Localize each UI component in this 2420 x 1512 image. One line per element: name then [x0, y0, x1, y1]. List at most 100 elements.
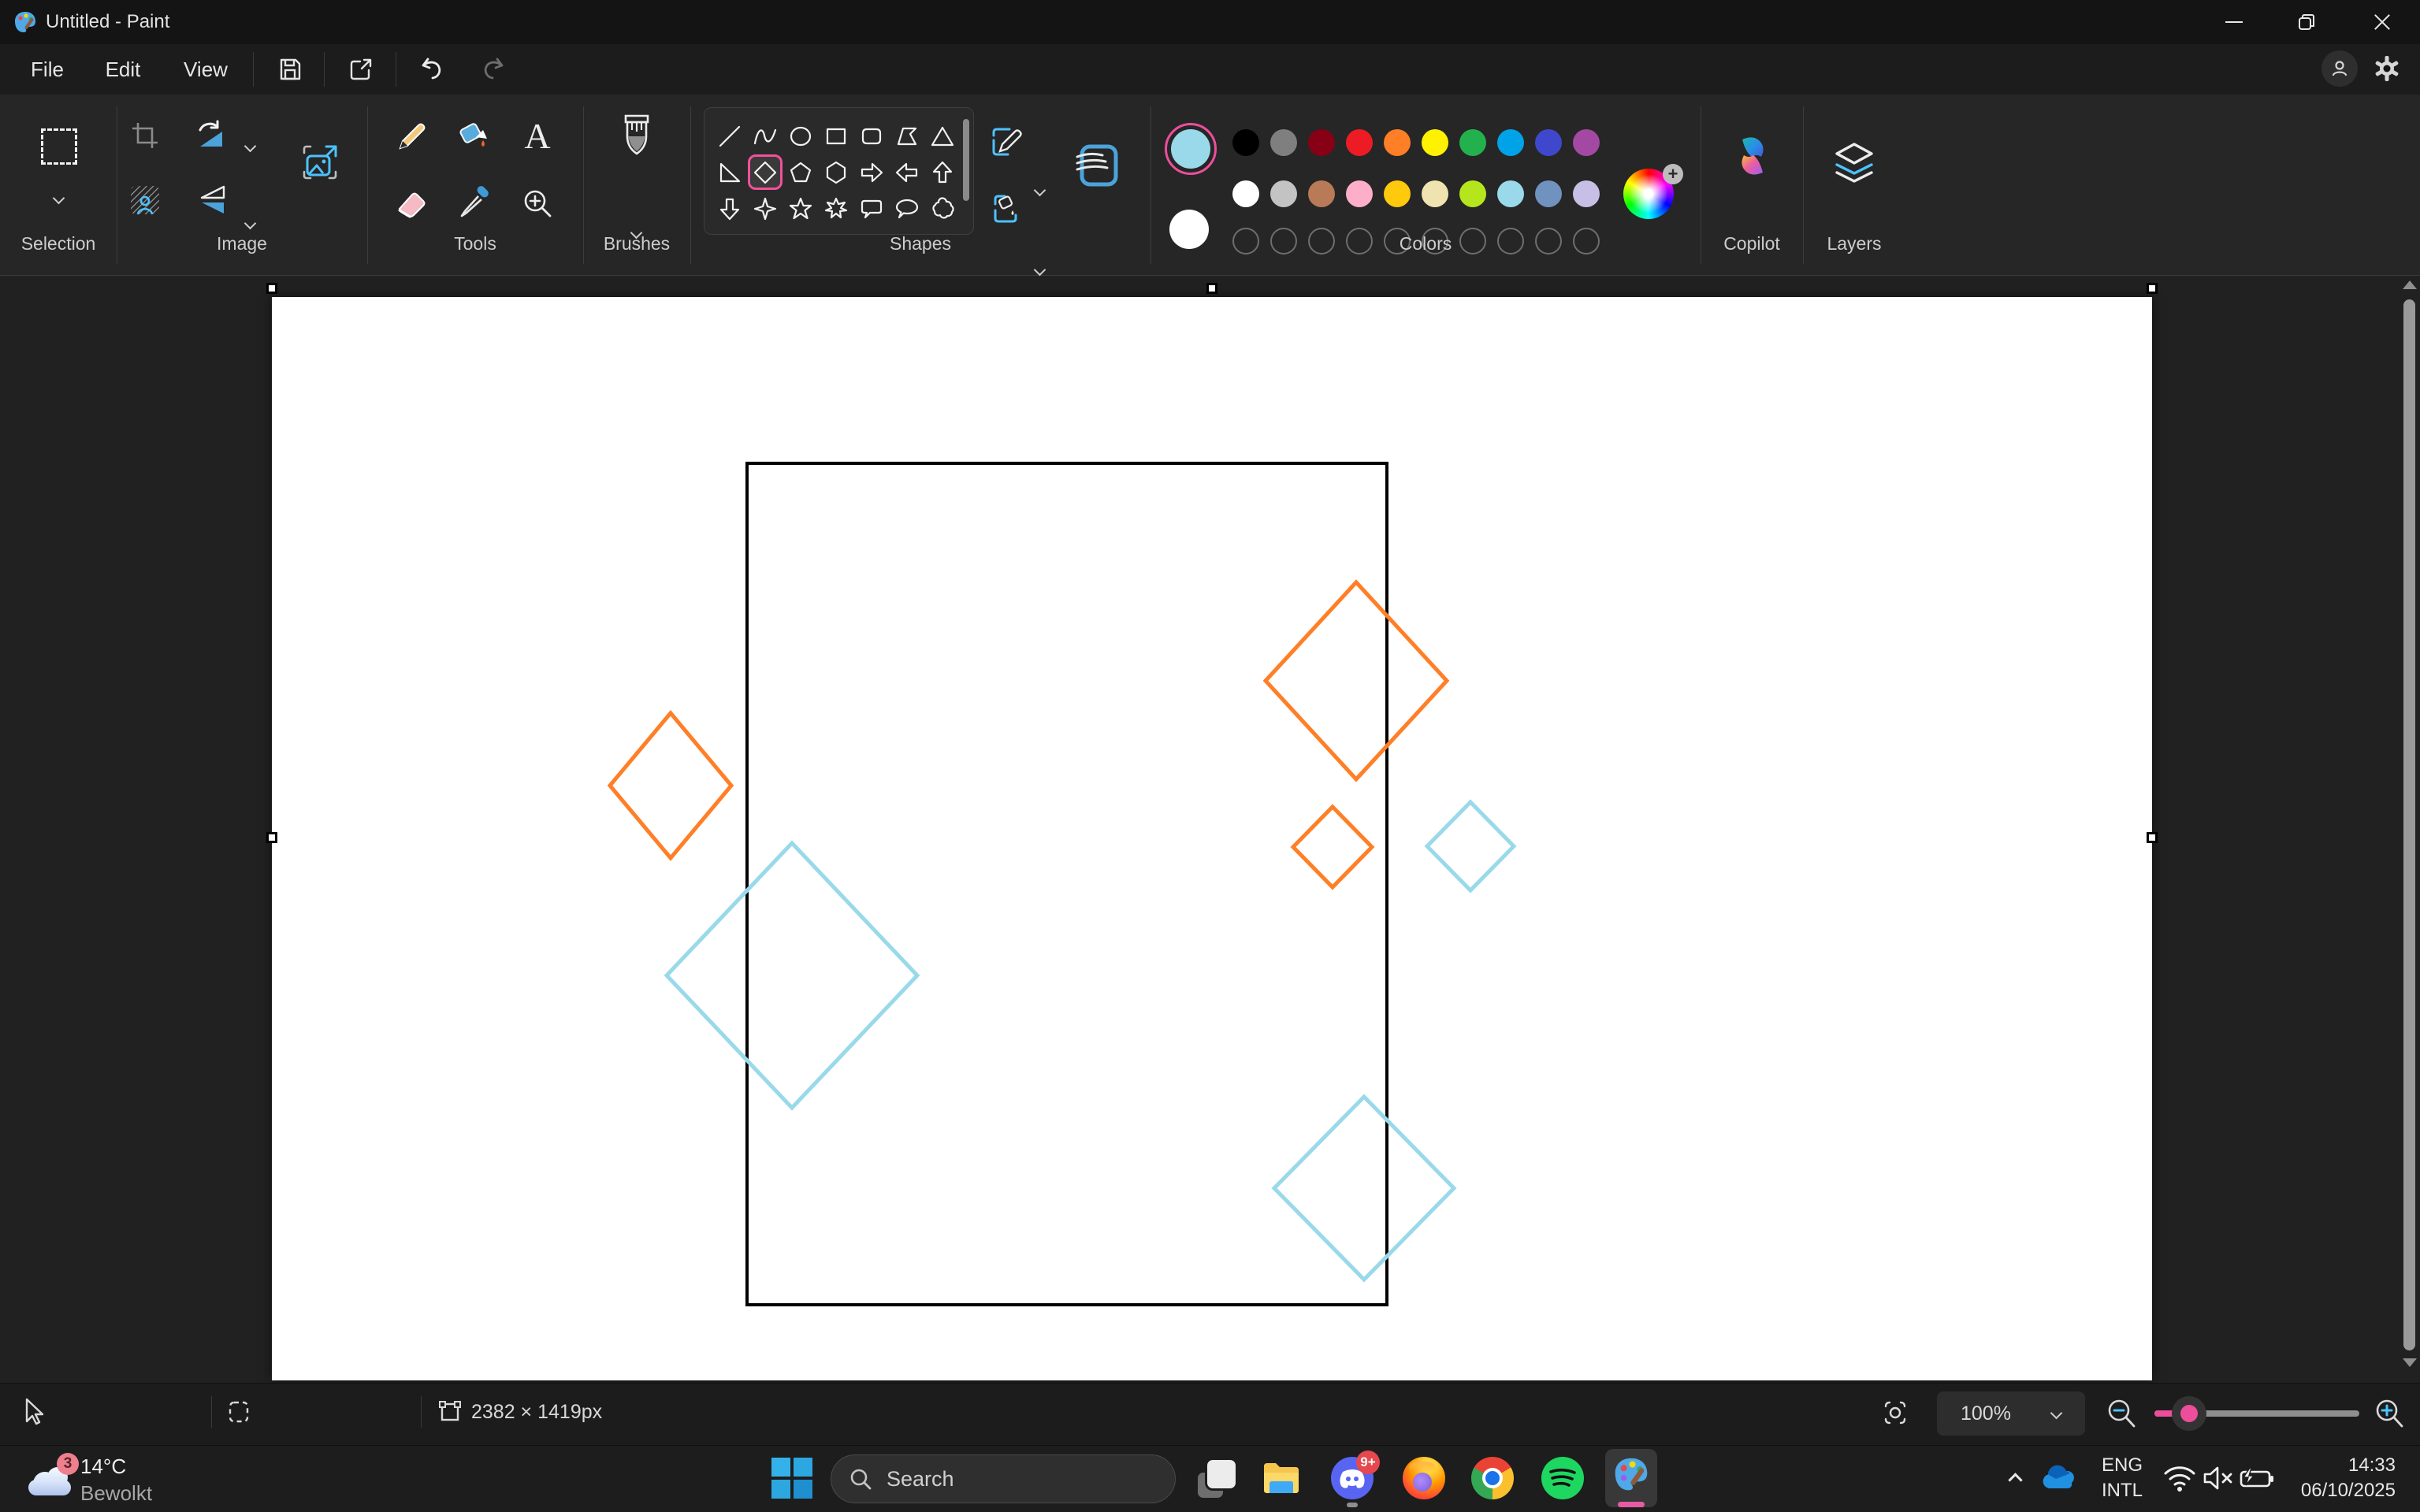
shape-line[interactable] — [712, 118, 747, 154]
shape-diamond[interactable] — [748, 154, 783, 190]
add-color-icon[interactable]: + — [1663, 164, 1683, 184]
wifi-button[interactable] — [2158, 1456, 2202, 1500]
save-button[interactable] — [273, 52, 307, 87]
undo-button[interactable] — [414, 52, 449, 87]
flip-dropdown-chevron[interactable] — [244, 217, 257, 230]
rotate-dropdown-chevron[interactable] — [244, 140, 257, 153]
brushes-button[interactable] — [616, 112, 657, 162]
onedrive-button[interactable] — [2038, 1456, 2082, 1500]
zoom-slider-thumb[interactable] — [2172, 1396, 2206, 1431]
palette-color-swatch[interactable] — [1573, 129, 1600, 156]
shape-rounded-rectangle[interactable] — [854, 118, 889, 154]
palette-color-swatch[interactable] — [1384, 180, 1411, 207]
menu-file[interactable]: File — [17, 44, 77, 95]
palette-color-swatch[interactable] — [1232, 180, 1259, 207]
start-button[interactable] — [770, 1456, 814, 1500]
palette-color-swatch[interactable] — [1270, 129, 1297, 156]
palette-color-swatch[interactable] — [1459, 180, 1486, 207]
shape-rectangle[interactable] — [819, 118, 853, 154]
shape-star-6[interactable] — [819, 191, 853, 226]
shape-ellipse[interactable] — [783, 118, 818, 154]
canvas-handle-top-right[interactable] — [2147, 283, 2158, 294]
shape-hexagon[interactable] — [819, 154, 853, 190]
selection-tool-button[interactable] — [39, 126, 80, 167]
palette-color-swatch[interactable] — [1270, 180, 1297, 207]
palette-color-swatch[interactable] — [1346, 129, 1373, 156]
menu-view[interactable]: View — [172, 44, 240, 95]
selection-dropdown-chevron[interactable] — [53, 192, 65, 205]
eraser-tool-button[interactable] — [392, 184, 430, 222]
shape-outline-chevron[interactable] — [1034, 184, 1046, 197]
shape-right-triangle[interactable] — [712, 154, 747, 190]
menu-edit[interactable]: Edit — [93, 44, 153, 95]
color-picker-tool-button[interactable] — [455, 184, 493, 222]
zoom-out-button[interactable] — [2104, 1396, 2139, 1435]
flip-button[interactable] — [191, 181, 229, 219]
taskbar-search[interactable]: Search — [831, 1454, 1176, 1503]
shape-triangle[interactable] — [925, 118, 960, 154]
magnifier-tool-button[interactable] — [519, 184, 556, 222]
spotify-button[interactable] — [1541, 1456, 1585, 1500]
shape-callout-rounded[interactable] — [854, 191, 889, 226]
pencil-tool-button[interactable] — [392, 118, 430, 156]
clock-widget[interactable]: 14:33 06/10/2025 — [2285, 1453, 2396, 1503]
task-view-button[interactable] — [1195, 1456, 1240, 1500]
copilot-button[interactable] — [1729, 132, 1776, 180]
crop-button[interactable] — [126, 117, 164, 154]
palette-color-swatch[interactable] — [1384, 129, 1411, 156]
shape-polygon[interactable] — [890, 118, 924, 154]
battery-button[interactable] — [2235, 1456, 2279, 1500]
shape-arrow-down[interactable] — [712, 191, 747, 226]
palette-color-swatch[interactable] — [1459, 129, 1486, 156]
shape-star-4[interactable] — [748, 191, 783, 226]
shapes-gallery-scrollbar[interactable] — [963, 119, 969, 201]
zoom-level-dropdown[interactable]: 100% — [1937, 1391, 2085, 1436]
palette-color-swatch[interactable] — [1573, 180, 1600, 207]
shape-arrow-up[interactable] — [925, 154, 960, 190]
redo-button[interactable] — [476, 52, 511, 87]
palette-color-swatch[interactable] — [1422, 129, 1448, 156]
shape-star-5[interactable] — [783, 191, 818, 226]
shape-callout-cloud[interactable] — [925, 191, 960, 226]
canvas-handle-top-left[interactable] — [266, 283, 277, 294]
scrollbar-up-arrow[interactable] — [2403, 280, 2417, 289]
discord-button[interactable]: 9+ — [1330, 1456, 1374, 1500]
palette-color-swatch[interactable] — [1346, 180, 1373, 207]
scrollbar-down-arrow[interactable] — [2403, 1358, 2417, 1367]
text-tool-button[interactable]: A — [519, 117, 556, 154]
canvas-handle-top-center[interactable] — [1206, 283, 1217, 294]
palette-color-swatch[interactable] — [1232, 129, 1259, 156]
palette-color-swatch[interactable] — [1535, 180, 1562, 207]
close-button[interactable] — [2346, 0, 2418, 44]
account-button[interactable] — [2321, 50, 2358, 87]
shape-curve[interactable] — [748, 118, 783, 154]
palette-color-swatch[interactable] — [1497, 180, 1524, 207]
fill-tool-button[interactable] — [455, 118, 493, 156]
shape-pentagon[interactable] — [783, 154, 818, 190]
shape-arrow-right[interactable] — [854, 154, 889, 190]
shape-fill-button[interactable] — [987, 190, 1025, 228]
chrome-button[interactable] — [1470, 1456, 1515, 1500]
settings-button[interactable] — [2369, 50, 2405, 87]
palette-color-swatch[interactable] — [1535, 129, 1562, 156]
rotate-button[interactable] — [191, 117, 229, 154]
palette-color-swatch[interactable] — [1497, 129, 1524, 156]
palette-color-swatch[interactable] — [1308, 129, 1335, 156]
foreground-color-selected[interactable] — [1165, 123, 1217, 175]
weather-widget[interactable]: 3 14°C Bewolkt — [28, 1459, 233, 1510]
palette-color-swatch[interactable] — [1422, 180, 1448, 207]
drawing-canvas[interactable] — [272, 297, 2152, 1380]
share-button[interactable] — [344, 52, 378, 87]
palette-color-swatch[interactable] — [1308, 180, 1335, 207]
restore-button[interactable] — [2270, 0, 2343, 44]
vertical-scrollbar-thumb[interactable] — [2403, 299, 2415, 1350]
fit-to-screen-button[interactable] — [1882, 1399, 1909, 1430]
shape-arrow-left[interactable] — [890, 154, 924, 190]
zoom-in-button[interactable] — [2372, 1396, 2407, 1435]
paint-taskbar-button[interactable] — [1605, 1449, 1657, 1507]
resize-image-button[interactable] — [298, 140, 342, 184]
shape-fill-chevron[interactable] — [1034, 264, 1046, 277]
minimize-button[interactable] — [2198, 0, 2270, 44]
tray-overflow-button[interactable] — [1994, 1456, 2038, 1500]
canvas-handle-mid-right[interactable] — [2147, 832, 2158, 843]
